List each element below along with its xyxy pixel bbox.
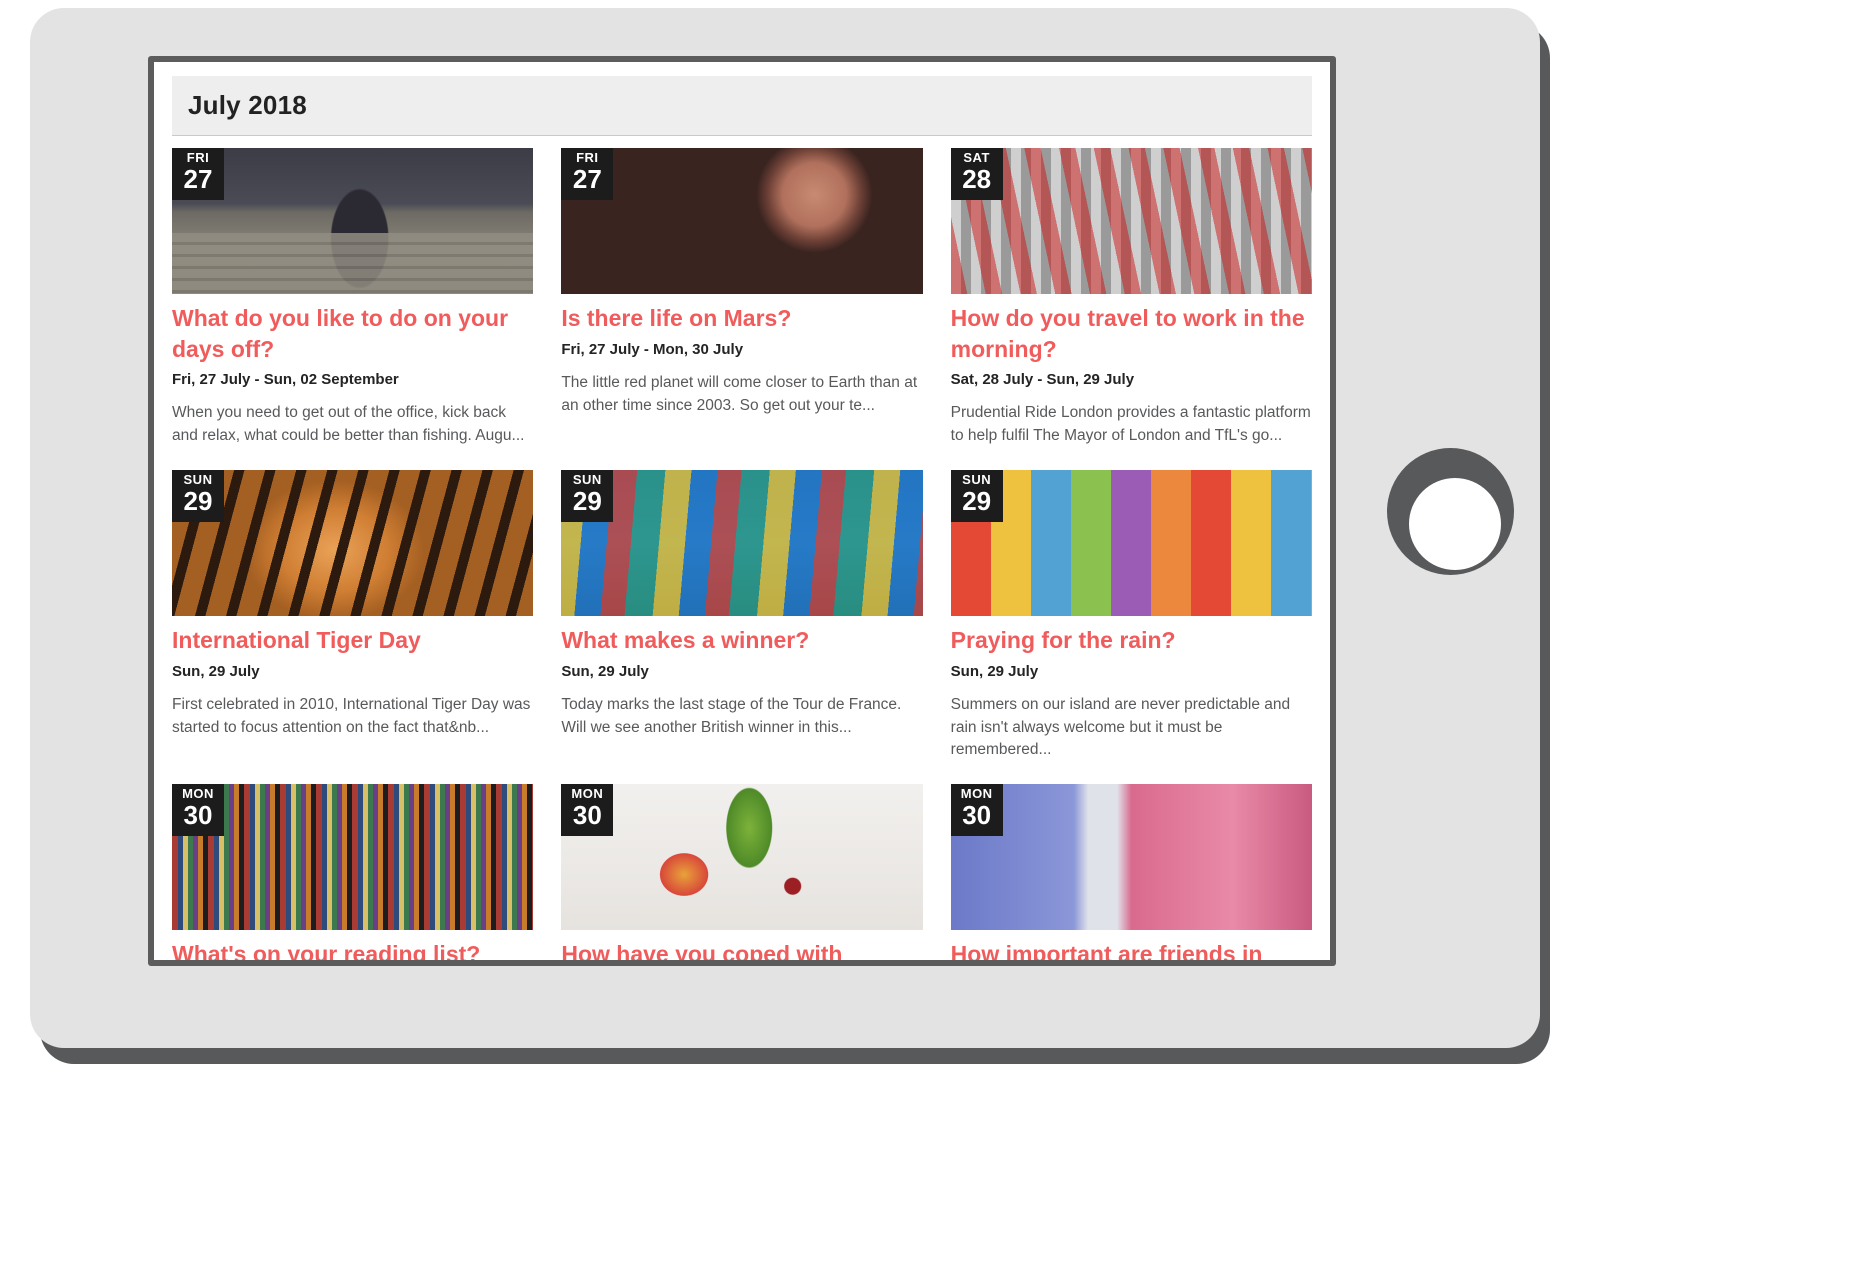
date-badge-weekday: SUN xyxy=(962,472,992,488)
date-badge: SUN 29 xyxy=(561,470,614,523)
bicycle-parking-photo xyxy=(950,148,1312,294)
date-badge: FRI 27 xyxy=(561,148,614,200)
event-date-range: Sun, 29 July xyxy=(950,662,1039,680)
event-card-grid: FRI 27 What do you like to do on your da… xyxy=(172,136,1312,960)
stethoscope-fruit-photo xyxy=(561,784,923,931)
date-badge-weekday: FRI xyxy=(186,150,210,165)
event-thumbnail[interactable]: SUN 29 xyxy=(561,470,923,617)
date-badge-weekday: SUN xyxy=(183,472,213,488)
event-description: The little red planet will come closer t… xyxy=(561,373,918,414)
date-badge: MON 30 xyxy=(950,784,1003,837)
event-card[interactable]: MON 30 What's on your reading list? xyxy=(172,784,534,960)
date-badge-day: 29 xyxy=(183,486,213,517)
date-badge-weekday: SAT xyxy=(963,150,990,165)
event-thumbnail[interactable]: SUN 29 xyxy=(172,470,534,617)
event-title-link[interactable]: Is there life on Mars? xyxy=(561,303,922,334)
event-title-link[interactable]: How have you coped with sickness xyxy=(561,939,922,960)
event-thumbnail[interactable]: SAT 28 xyxy=(950,148,1312,294)
tablet-screen-bezel: July 2018 FRI 27 What do you like to do … xyxy=(148,56,1336,966)
home-button[interactable] xyxy=(1387,448,1514,575)
date-badge-weekday: MON xyxy=(182,786,214,802)
event-description: Summers on our island are never predicta… xyxy=(950,695,1291,759)
event-description: Prudential Ride London provides a fantas… xyxy=(950,404,1311,445)
event-title-link[interactable]: What do you like to do on your days off? xyxy=(172,303,533,364)
friends-shirts-photo xyxy=(950,784,1312,931)
date-badge: SAT 28 xyxy=(950,148,1003,200)
event-date-range: Sun, 29 July xyxy=(561,662,649,680)
event-description: Today marks the last stage of the Tour d… xyxy=(561,695,902,736)
date-badge-weekday: SUN xyxy=(572,472,602,488)
event-description: First celebrated in 2010, International … xyxy=(172,695,531,736)
date-badge: MON 30 xyxy=(561,784,614,837)
event-thumbnail[interactable]: MON 30 xyxy=(561,784,923,931)
date-badge-day: 29 xyxy=(962,486,992,517)
event-date-range: Fri, 27 July - Mon, 30 July xyxy=(561,340,744,358)
date-badge: MON 30 xyxy=(172,784,224,837)
date-badge-weekday: MON xyxy=(571,786,604,802)
date-badge-weekday: MON xyxy=(960,786,993,802)
date-badge-day: 29 xyxy=(572,486,602,517)
event-card[interactable]: SUN 29 Praying for the rain? Sun, 29 Jul… xyxy=(950,470,1312,784)
tablet-screen: July 2018 FRI 27 What do you like to do … xyxy=(154,62,1330,960)
date-badge-day: 28 xyxy=(962,164,992,194)
date-badge-day: 27 xyxy=(572,164,602,194)
pier-woman-photo xyxy=(172,148,534,294)
event-card[interactable]: SUN 29 What makes a winner? Sun, 29 July… xyxy=(561,470,923,784)
event-card[interactable]: SUN 29 International Tiger Day Sun, 29 J… xyxy=(172,470,534,784)
event-thumbnail[interactable]: MON 30 xyxy=(172,784,534,931)
event-thumbnail[interactable]: FRI 27 xyxy=(561,148,923,294)
event-title-link[interactable]: Praying for the rain? xyxy=(951,625,1312,656)
event-card[interactable]: SAT 28 How do you travel to work in the … xyxy=(950,148,1312,470)
event-card[interactable]: MON 30 How have you coped with sickness xyxy=(561,784,923,960)
date-badge: FRI 27 xyxy=(172,148,224,200)
event-description: When you need to get out of the office, … xyxy=(172,404,525,445)
event-title-link[interactable]: International Tiger Day xyxy=(172,625,533,656)
umbrellas-photo xyxy=(950,470,1312,617)
event-date-range: Fri, 27 July - Sun, 02 September xyxy=(172,371,399,389)
mars-planet-photo xyxy=(561,148,923,294)
date-badge-weekday: FRI xyxy=(576,150,599,165)
event-title-link[interactable]: How do you travel to work in the morning… xyxy=(951,303,1312,364)
tiger-photo xyxy=(172,470,534,617)
event-thumbnail[interactable]: MON 30 xyxy=(950,784,1312,931)
date-badge-day: 27 xyxy=(183,164,213,194)
event-card[interactable]: MON 30 How important are friends in xyxy=(950,784,1312,960)
date-badge-day: 30 xyxy=(183,800,213,831)
event-card[interactable]: FRI 27 What do you like to do on your da… xyxy=(172,148,534,470)
event-title-link[interactable]: What makes a winner? xyxy=(561,625,922,656)
date-badge: SUN 29 xyxy=(950,470,1003,523)
tablet-device-frame: July 2018 FRI 27 What do you like to do … xyxy=(30,8,1540,1048)
bookshelf-photo xyxy=(172,784,534,931)
page-title: July 2018 xyxy=(188,90,307,120)
event-thumbnail[interactable]: FRI 27 xyxy=(172,148,534,294)
month-header: July 2018 xyxy=(172,76,1312,136)
event-card[interactable]: FRI 27 Is there life on Mars? Fri, 27 Ju… xyxy=(561,148,923,470)
events-page: July 2018 FRI 27 What do you like to do … xyxy=(154,62,1330,960)
event-thumbnail[interactable]: SUN 29 xyxy=(950,470,1312,617)
cyclists-photo xyxy=(561,470,923,617)
event-date-range: Sat, 28 July - Sun, 29 July xyxy=(950,371,1135,389)
event-title-link[interactable]: What's on your reading list? xyxy=(172,939,533,960)
date-badge-day: 30 xyxy=(962,800,992,831)
event-title-link[interactable]: How important are friends in xyxy=(951,939,1312,960)
event-date-range: Sun, 29 July xyxy=(172,662,260,680)
date-badge-day: 30 xyxy=(572,800,602,831)
date-badge: SUN 29 xyxy=(172,470,224,523)
